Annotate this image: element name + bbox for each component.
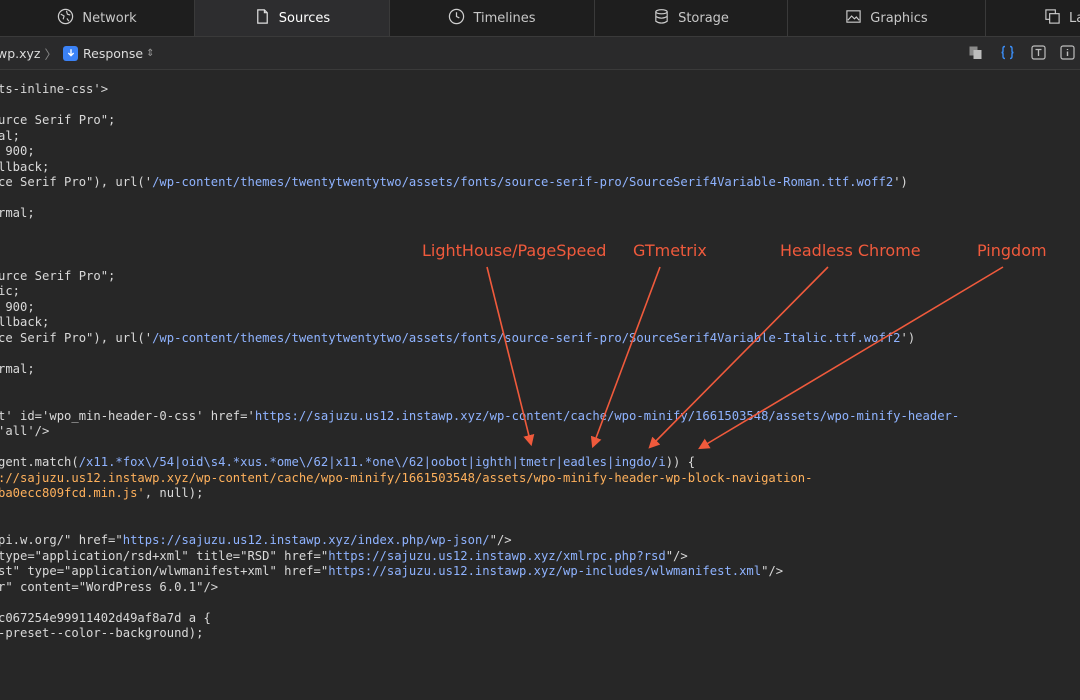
arrow-pingdom (698, 266, 1004, 450)
arrow-lighthouse (486, 266, 535, 447)
arrow-headless-chrome (648, 266, 829, 449)
annotation-arrows (486, 266, 1004, 450)
arrow-gtmetrix (590, 266, 661, 449)
